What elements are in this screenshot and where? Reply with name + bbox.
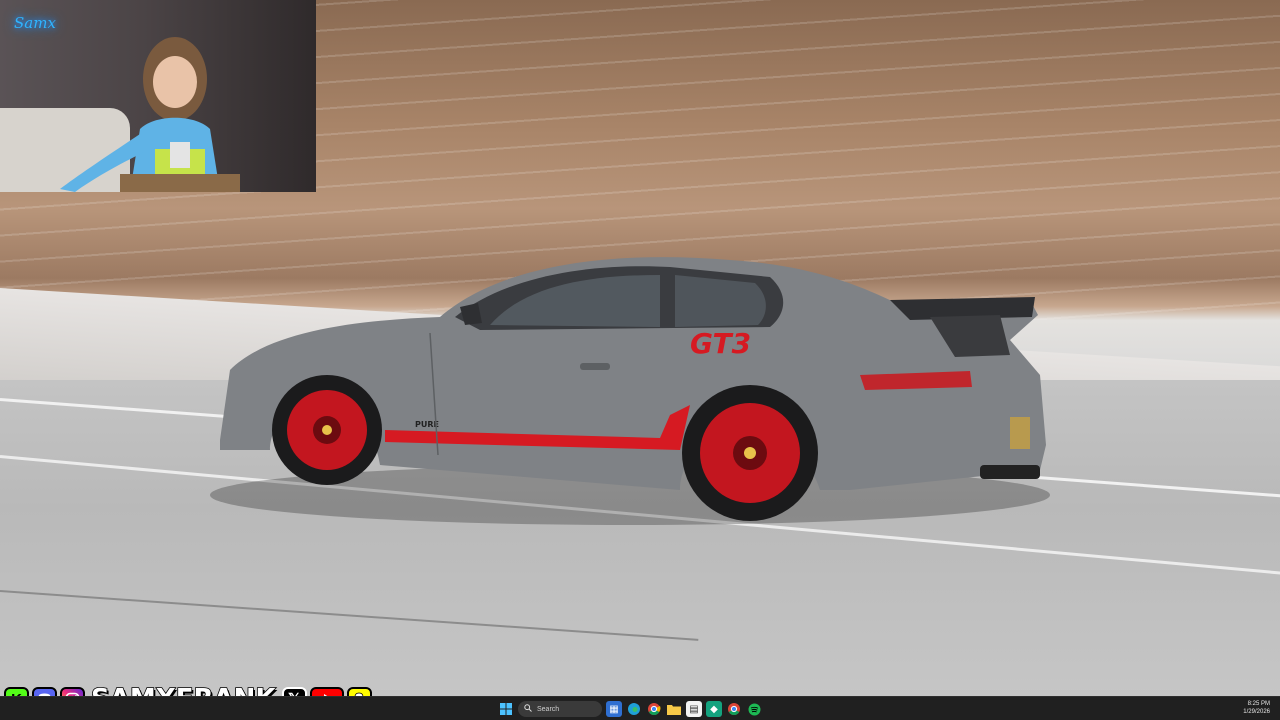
start-button[interactable] bbox=[498, 701, 514, 717]
taskbar: Search ▦ ▤ ◆ 8:25 PM 1/29/2026 bbox=[0, 696, 1280, 720]
webcam-overlay: Samx bbox=[0, 0, 316, 192]
clock-date: 1/29/2026 bbox=[1243, 709, 1270, 715]
calendar-icon[interactable]: ▤ bbox=[686, 701, 702, 717]
neon-sign: Samx bbox=[14, 14, 56, 32]
chrome-profile-icon[interactable] bbox=[726, 701, 742, 717]
chrome-icon[interactable] bbox=[646, 701, 662, 717]
clock-time: 8:25 PM bbox=[1247, 701, 1270, 707]
edge-icon[interactable] bbox=[626, 701, 642, 717]
taskbar-search[interactable]: Search bbox=[518, 701, 602, 717]
app-icon-green[interactable]: ◆ bbox=[706, 701, 722, 717]
spotify-icon[interactable] bbox=[746, 701, 762, 717]
widgets-icon[interactable]: ▦ bbox=[606, 701, 622, 717]
car-illustration: GT3 PURE bbox=[210, 257, 1050, 525]
search-placeholder: Search bbox=[537, 705, 560, 713]
gt3-decal: GT3 bbox=[690, 327, 751, 360]
taskbar-apps: Search ▦ ▤ ◆ bbox=[498, 699, 762, 719]
file-explorer-icon[interactable] bbox=[666, 701, 682, 717]
streamer-figure bbox=[60, 37, 240, 192]
system-clock[interactable]: 8:25 PM 1/29/2026 bbox=[1243, 700, 1270, 716]
search-icon bbox=[524, 704, 532, 714]
